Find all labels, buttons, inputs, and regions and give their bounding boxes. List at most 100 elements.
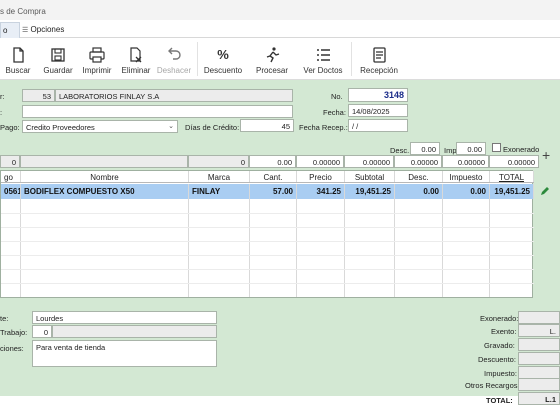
imprimir-button[interactable]: Imprimir	[78, 38, 116, 80]
buscar-label: Buscar	[5, 66, 31, 75]
cell-nombre: BODIFLEX COMPUESTO X50	[21, 184, 189, 199]
proveedor-name-field[interactable]: LABORATORIOS FINLAY S.A	[55, 89, 293, 102]
chevron-down-icon: ⌄	[168, 123, 174, 130]
exento-label: Exento:	[491, 327, 517, 336]
col-nombre-header[interactable]: Nombre	[21, 171, 189, 182]
clipboard-icon	[373, 47, 386, 63]
descuento-total-field	[518, 352, 560, 365]
grand-total-label: TOTAL:	[486, 396, 513, 405]
exonerado-total-field	[518, 311, 560, 324]
delete-document-icon	[130, 47, 142, 63]
proveedor-code-field[interactable]: 53	[22, 89, 55, 102]
deshacer-button[interactable]: Deshacer	[155, 38, 193, 80]
desc-field[interactable]: 0.00	[410, 142, 440, 155]
grand-total-field: L.1	[518, 392, 560, 405]
entry-subtotal[interactable]: 0.00000	[344, 155, 394, 168]
toolbar: Buscar Guardar Imprimir Eliminar Deshace…	[0, 38, 560, 80]
entry-precio[interactable]: 0.00000	[296, 155, 344, 168]
entry-desc[interactable]: 0.00000	[394, 155, 442, 168]
dias-credito-field[interactable]: 45	[240, 119, 294, 132]
grid-line	[1, 213, 534, 214]
agente-label: te:	[0, 314, 9, 323]
second-field[interactable]	[22, 105, 293, 118]
menu-options[interactable]: ☰ Opciones	[22, 25, 64, 34]
ver-doctos-label: Ver Doctos	[303, 66, 343, 75]
descuento-label: Descuento	[203, 66, 243, 75]
grid-line	[1, 227, 534, 228]
gravado-field	[518, 338, 560, 351]
cell-codigo: 0561	[1, 184, 21, 199]
forma-pago-select[interactable]: Credito Proveedores ⌄	[22, 120, 178, 133]
col-impuesto-header[interactable]: Impuesto	[443, 171, 490, 182]
guardar-label: Guardar	[43, 66, 73, 75]
entry-marca[interactable]: 0	[188, 155, 249, 168]
cell-marca: FINLAY	[189, 184, 250, 199]
forma-pago-label: Pago:	[0, 123, 20, 132]
col-desc-header[interactable]: Desc.	[395, 171, 443, 182]
observaciones-label: ciones:	[0, 344, 24, 353]
col-precio-header[interactable]: Precio	[297, 171, 345, 182]
descuento-total-label: Descuento:	[478, 355, 516, 364]
document-number-field[interactable]: 3148	[348, 88, 408, 102]
menu-options-label: Opciones	[30, 25, 65, 34]
exonerado-label: Exonerado	[503, 145, 540, 154]
items-grid[interactable]: go Nombre Marca Cant. Precio Subtotal De…	[0, 170, 534, 298]
eliminar-button[interactable]: Eliminar	[118, 38, 154, 80]
gravado-label: Gravado:	[484, 341, 515, 350]
procesar-label: Procesar	[255, 66, 288, 75]
buscar-button[interactable]: Buscar	[2, 38, 34, 80]
toolbar-separator-2	[351, 42, 352, 76]
otros-recargos-field	[518, 378, 560, 391]
col-total-header[interactable]: TOTAL	[490, 171, 534, 182]
cell-subtotal: 19,451.25	[345, 184, 395, 199]
entry-nombre[interactable]	[20, 155, 188, 168]
running-person-icon	[266, 47, 280, 63]
add-row-icon[interactable]: +	[542, 147, 550, 163]
second-label: :	[0, 108, 3, 117]
col-subtotal-header[interactable]: Subtotal	[345, 171, 395, 182]
fecha-label: Fecha:	[323, 108, 346, 117]
entry-cant[interactable]: 0.00	[249, 155, 296, 168]
toolbar-separator	[197, 42, 198, 76]
printer-icon	[89, 47, 105, 63]
impuesto-total-label: Impuesto:	[484, 369, 517, 378]
entry-codigo[interactable]: 0	[0, 155, 20, 168]
pencil-icon[interactable]	[538, 184, 552, 198]
cell-desc: 0.00	[395, 184, 443, 199]
grid-line	[1, 283, 534, 284]
agente-field[interactable]: Lourdes	[32, 311, 217, 324]
grid-line	[1, 269, 534, 270]
exonerado-total-label: Exonerado:	[480, 314, 519, 323]
cell-total: 19,451.25	[490, 184, 534, 199]
trabajo-name-field[interactable]	[52, 325, 217, 338]
trabajo-code-field[interactable]: 0	[32, 325, 52, 338]
fecha-recep-field[interactable]: / /	[348, 119, 408, 132]
fecha-field[interactable]: 14/08/2025	[348, 104, 408, 117]
list-icon	[317, 49, 330, 61]
exento-field: L.	[518, 324, 560, 337]
observaciones-field[interactable]: Para venta de tienda	[32, 340, 217, 367]
exonerado-checkbox[interactable]	[492, 143, 501, 152]
entry-impuesto[interactable]: 0.00000	[442, 155, 489, 168]
menu-tab-active[interactable]: o	[0, 22, 20, 38]
col-codigo-header[interactable]: go	[1, 171, 21, 182]
col-marca-header[interactable]: Marca	[189, 171, 250, 182]
proveedor-label: r:	[0, 92, 5, 101]
deshacer-label: Deshacer	[156, 66, 192, 75]
menu-bar: o ☰ Opciones	[0, 20, 560, 38]
procesar-button[interactable]: Procesar	[251, 38, 293, 80]
col-cant-header[interactable]: Cant.	[250, 171, 297, 182]
otros-recargos-label: Otros Recargos:	[465, 381, 520, 390]
imp-field[interactable]: 0.00	[456, 142, 486, 155]
entry-total[interactable]: 0.00000	[489, 155, 539, 168]
ver-doctos-button[interactable]: Ver Doctos	[299, 38, 347, 80]
guardar-button[interactable]: Guardar	[40, 38, 76, 80]
cell-precio: 341.25	[297, 184, 345, 199]
table-row[interactable]: 0561 BODIFLEX COMPUESTO X50 FINLAY 57.00…	[1, 184, 534, 199]
grid-line	[1, 255, 534, 256]
desc-label: Desc.	[390, 146, 410, 155]
recepcion-button[interactable]: Recepción	[356, 38, 402, 80]
grid-line	[1, 241, 534, 242]
descuento-button[interactable]: % Descuento	[201, 38, 245, 80]
eliminar-label: Eliminar	[121, 66, 151, 75]
